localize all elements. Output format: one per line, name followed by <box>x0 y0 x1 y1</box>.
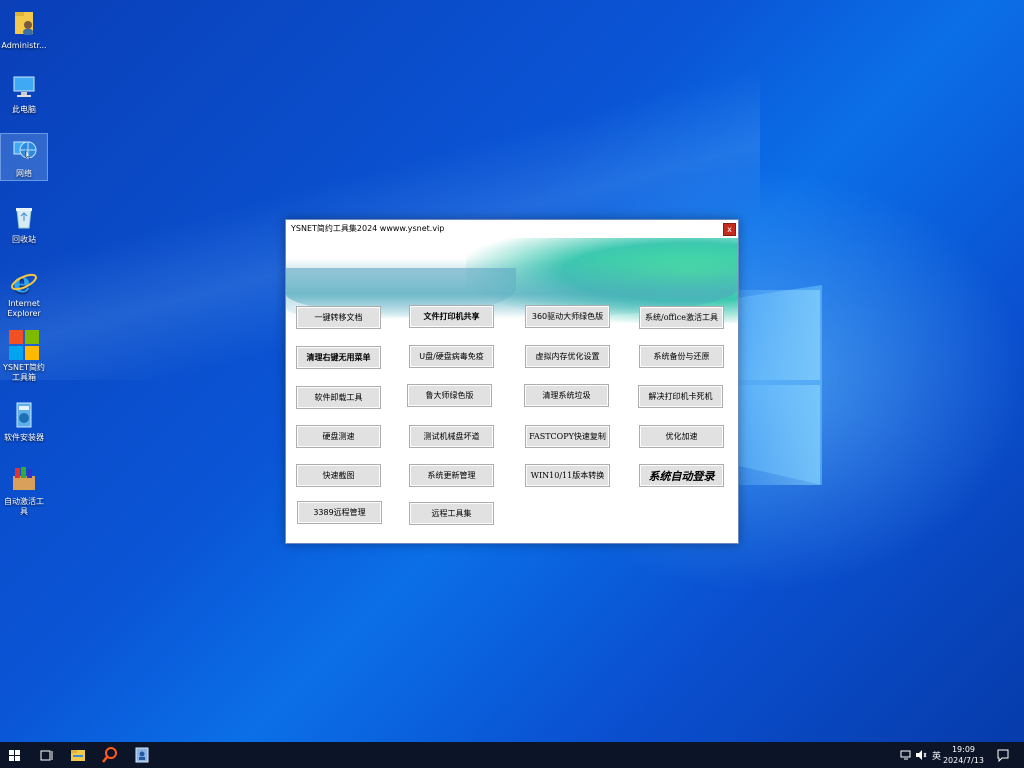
desktop-icon-label: Internet Explorer <box>7 299 41 318</box>
btn-clean-junk[interactable]: 清理系统垃圾 <box>524 384 609 407</box>
window-title: YSNET简约工具集2024 wwww.ysnet.vip <box>291 224 445 233</box>
volume-icon[interactable] <box>915 742 927 768</box>
window-titlebar[interactable]: YSNET简约工具集2024 wwww.ysnet.vip x <box>286 220 738 239</box>
btn-usb-immunity[interactable]: U盘/硬盘病毒免疫 <box>409 345 494 368</box>
btn-win-version-convert[interactable]: WIN10/11版本转换 <box>525 464 610 487</box>
desktop-icon-label: Administr... <box>1 41 47 50</box>
notification-icon[interactable] <box>996 742 1010 768</box>
clock-time: 19:09 <box>951 745 976 754</box>
btn-bad-sector-test[interactable]: 测试机械盘坏道 <box>409 425 494 448</box>
activation-icon <box>9 464 39 494</box>
clock-date: 2024/7/13 <box>942 756 984 765</box>
btn-virtual-memory[interactable]: 虚拟内存优化设置 <box>525 345 610 368</box>
recycle-bin-icon <box>9 202 39 232</box>
desktop-icon-recycle-bin[interactable]: 回收站 <box>1 200 47 245</box>
desktop-icon-administrator[interactable]: Administr... <box>1 6 47 51</box>
btn-printer-fix[interactable]: 解决打印机卡死机 <box>638 385 723 408</box>
search-icon[interactable] <box>101 746 119 764</box>
desktop-icon-activation[interactable]: 自动激活工具 <box>1 462 47 517</box>
desktop-icon-label: 软件安装器 <box>4 433 44 442</box>
clock[interactable]: 19:09 2024/7/13 <box>943 744 984 766</box>
network-icon <box>9 136 39 166</box>
btn-office-activation[interactable]: 系统/office激活工具 <box>639 306 724 329</box>
computer-icon <box>9 72 39 102</box>
btn-remote-tools[interactable]: 远程工具集 <box>409 502 494 525</box>
btn-uninstall-tool[interactable]: 软件卸载工具 <box>296 386 381 409</box>
btn-auto-login[interactable]: 系统自动登录 <box>639 464 724 487</box>
desktop-icon-label: 此电脑 <box>12 105 36 114</box>
desktop-icon-installer[interactable]: 软件安装器 <box>1 398 47 443</box>
btn-system-backup[interactable]: 系统备份与还原 <box>639 345 724 368</box>
taskbar: 英 19:09 2024/7/13 <box>0 742 1024 768</box>
btn-ludashi[interactable]: 鲁大师绿色版 <box>407 384 492 407</box>
btn-3389-remote[interactable]: 3389远程管理 <box>297 501 382 524</box>
ie-icon: e <box>9 266 39 299</box>
desktop-icon-label: 自动激活工具 <box>4 497 44 516</box>
file-explorer-icon[interactable] <box>69 746 87 764</box>
btn-transfer-documents[interactable]: 一键转移文档 <box>296 306 381 329</box>
btn-update-manager[interactable]: 系统更新管理 <box>409 464 494 487</box>
btn-disk-speed[interactable]: 硬盘测速 <box>296 425 381 448</box>
btn-clean-context-menu[interactable]: 清理右键无用菜单 <box>296 346 381 369</box>
btn-optimize[interactable]: 优化加速 <box>639 425 724 448</box>
task-view-icon[interactable] <box>38 746 56 764</box>
close-button[interactable]: x <box>723 223 736 236</box>
desktop-icon-this-pc[interactable]: 此电脑 <box>1 70 47 115</box>
desktop-icon-label: 网络 <box>16 169 32 178</box>
btn-screenshot[interactable]: 快速截图 <box>296 464 381 487</box>
btn-fastcopy[interactable]: FASTCOPY快速复制 <box>525 425 610 448</box>
start-icon[interactable] <box>6 746 24 764</box>
toolbox-window: YSNET简约工具集2024 wwww.ysnet.vip x 一键转移文档 文… <box>285 219 739 544</box>
installer-icon <box>9 400 39 430</box>
desktop-icon-network[interactable]: 网络 <box>0 133 48 181</box>
desktop-icon-label: 回收站 <box>12 235 36 244</box>
network-tray-icon[interactable] <box>900 742 912 768</box>
btn-printer-share[interactable]: 文件打印机共享 <box>409 305 494 328</box>
app-icon[interactable] <box>133 746 151 764</box>
desktop-icon-label: YSNET简约工具箱 <box>3 363 45 382</box>
ime-indicator[interactable]: 英 <box>932 742 941 768</box>
desktop-icon-internet-explorer[interactable]: e Internet Explorer <box>1 264 47 319</box>
btn-360-driver[interactable]: 360驱动大师绿色版 <box>525 305 610 328</box>
desktop-icon-ysnet-toolbox[interactable]: YSNET简约工具箱 <box>1 328 47 383</box>
toolbox-icon <box>9 330 39 360</box>
user-folder-icon <box>9 8 39 38</box>
